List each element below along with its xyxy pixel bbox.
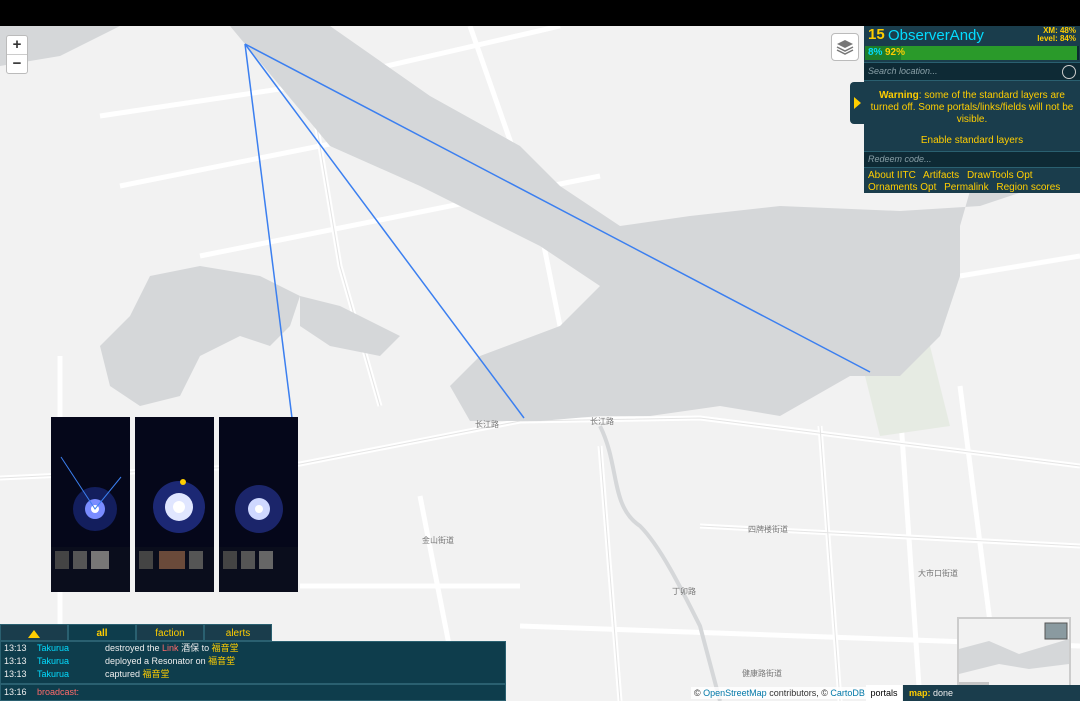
attribution-middle: contributors, ©: [769, 688, 828, 698]
player-level: 15: [868, 26, 885, 43]
map-label-district: 四牌楼街道: [748, 525, 788, 534]
chat-portal[interactable]: 福音堂: [208, 656, 235, 666]
search-placeholder: Search location...: [868, 66, 938, 76]
game-screenshot: [51, 417, 130, 592]
minimap-view: [959, 619, 1069, 690]
chat-text-part: deployed a Resonator on: [105, 656, 209, 666]
chat-text: captured 福音堂: [105, 668, 170, 681]
layers-warning: Warning: some of the standard layers are…: [864, 81, 1080, 126]
chat-link-word: Link: [162, 643, 179, 653]
chat-input-time: 13:16: [4, 687, 27, 697]
game-screenshot: [135, 417, 214, 592]
chat-text-part: captured: [105, 669, 143, 679]
game-screenshot: [219, 417, 298, 592]
map-attribution: © OpenStreetMap contributors, © CartoDB: [691, 687, 868, 699]
warning-label: Warning: [879, 90, 919, 101]
zoom-control: + −: [6, 35, 28, 74]
toolbox-about-iitc[interactable]: About IITC: [868, 170, 916, 181]
locate-icon[interactable]: [1062, 65, 1076, 79]
tab-all[interactable]: all: [68, 624, 136, 641]
map-status: map: done: [903, 685, 1080, 701]
map-label-district: 大市口街道: [918, 569, 958, 578]
map-status-value: done: [933, 688, 954, 698]
sidebar: 15 ObserverAndy XM: 48% level: 84% 8% 92…: [864, 26, 1080, 193]
map-status-label: map:: [909, 688, 931, 698]
osm-link[interactable]: OpenStreetMap: [703, 688, 767, 698]
chat-message: 13:13 Takurua deployed a Resonator on 福音…: [1, 655, 505, 668]
chat-text: destroyed the Link 酒保 to 福音堂: [105, 642, 239, 655]
toolbox-region-scores[interactable]: Region scores: [996, 182, 1060, 193]
chat-nick[interactable]: Takurua: [37, 642, 69, 655]
chat-time: 13:13: [4, 669, 27, 679]
tab-faction[interactable]: faction: [136, 624, 204, 641]
zoom-in-button[interactable]: +: [7, 36, 27, 54]
cartodb-link[interactable]: CartoDB: [830, 688, 865, 698]
browser-top-bar: [0, 0, 1080, 26]
chat-link-portal: 酒保: [178, 643, 202, 653]
minimap[interactable]: [957, 617, 1071, 692]
chat-nick[interactable]: Takurua: [37, 668, 69, 681]
score-left: 8%: [868, 47, 883, 58]
chat-text-part: destroyed the: [105, 643, 163, 653]
map-label-district: 金山街道: [422, 536, 454, 545]
chat-time: 13:13: [4, 656, 27, 666]
chat-portal[interactable]: 福音堂: [212, 643, 239, 653]
chat-panel: all faction alerts 13:13 Takurua destroy…: [0, 624, 506, 701]
toolbox-drawtools-opt[interactable]: DrawTools Opt: [967, 170, 1033, 181]
chat-portal[interactable]: 福音堂: [143, 669, 170, 679]
score-right: 92%: [885, 47, 906, 58]
chat-message: 13:13 Takurua destroyed the Link 酒保 to 福…: [1, 642, 505, 655]
redeem-placeholder: Redeem code...: [868, 154, 932, 164]
chat-nick[interactable]: Takurua: [37, 655, 69, 668]
zoom-out-button[interactable]: −: [7, 54, 27, 73]
map-label-road: 丁卯路: [672, 587, 696, 596]
player-name[interactable]: ObserverAndy: [888, 27, 984, 44]
chat-expand-button[interactable]: [0, 624, 68, 641]
chat-messages: 13:13 Takurua destroyed the Link 酒保 to 福…: [0, 641, 506, 684]
chat-text: deployed a Resonator on 福音堂: [105, 655, 235, 668]
redeem-code-input[interactable]: Redeem code...: [864, 152, 1080, 168]
map-label-road: 长江路: [590, 417, 614, 426]
player-xm-stats: XM: 48% level: 84%: [1037, 27, 1076, 43]
layers-button[interactable]: [831, 33, 859, 61]
faction-score-bar: 8% 92%: [865, 46, 1079, 60]
chevron-up-icon: [28, 630, 40, 638]
attribution-prefix: ©: [694, 688, 701, 698]
chat-message: 13:13 Takurua captured 福音堂: [1, 668, 505, 681]
toolbox-artifacts[interactable]: Artifacts: [923, 170, 959, 181]
enable-standard-layers-link[interactable]: Enable standard layers: [864, 126, 1080, 152]
player-info: 15 ObserverAndy XM: 48% level: 84%: [864, 26, 1080, 46]
toolbox-ornaments-opt[interactable]: Ornaments Opt: [868, 182, 936, 193]
portals-status-button[interactable]: portals: [866, 685, 902, 701]
chat-input[interactable]: 13:16 broadcast:: [0, 684, 506, 701]
chevron-right-icon: [854, 97, 861, 109]
sidebar-toggle-button[interactable]: [850, 82, 864, 124]
tab-alerts[interactable]: alerts: [204, 624, 272, 641]
chat-input-label: broadcast:: [37, 687, 80, 697]
layers-icon: [836, 40, 854, 55]
chat-tabs: all faction alerts: [0, 624, 272, 641]
map-label-road: 长江路: [475, 420, 499, 429]
chat-text-part: to: [201, 643, 212, 653]
toolbox-permalink[interactable]: Permalink: [944, 182, 988, 193]
map-label-district: 健康路街道: [742, 669, 782, 678]
toolbox: About IITC Artifacts DrawTools Opt Ornam…: [864, 168, 1080, 196]
search-location-input[interactable]: Search location...: [864, 62, 1080, 81]
player-level-progress: level: 84%: [1037, 34, 1076, 43]
chat-time: 13:13: [4, 643, 27, 653]
